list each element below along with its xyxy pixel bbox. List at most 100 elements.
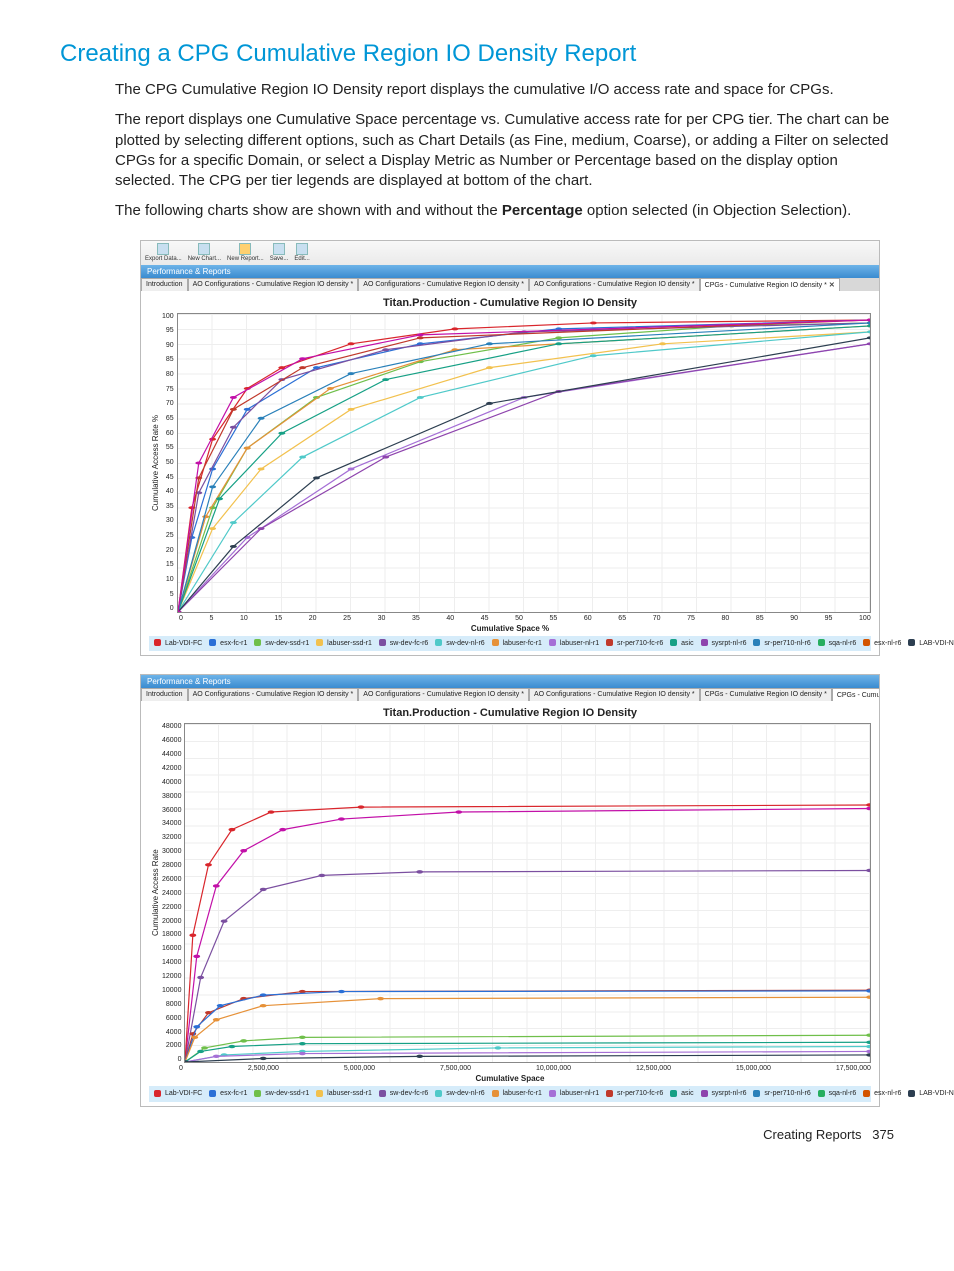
series-line <box>185 805 870 1062</box>
tab[interactable]: Introduction <box>141 688 188 701</box>
intro-paragraph-2: The report displays one Cumulative Space… <box>115 110 894 191</box>
legend-swatch <box>435 639 442 646</box>
chart-plot-1 <box>177 313 871 613</box>
chart-area-2: Titan.Production - Cumulative Region IO … <box>141 701 879 1106</box>
toolbar-label: Edit... <box>294 256 309 262</box>
footer-text: Creating Reports <box>763 1127 861 1142</box>
series-line <box>178 319 870 611</box>
tab[interactable]: AO Configurations - Cumulative Region IO… <box>188 278 359 291</box>
legend-swatch <box>701 639 708 646</box>
toolbar-icon <box>239 243 251 255</box>
legend-swatch <box>606 639 613 646</box>
series-line <box>185 1055 870 1062</box>
legend-item: sqa-nl-r6 <box>818 640 859 647</box>
tab[interactable]: AO Configurations - Cumulative Region IO… <box>529 278 700 291</box>
series-line <box>185 871 870 1063</box>
para3-pre: The following charts show are shown with… <box>115 202 502 219</box>
legend-item: esx-fc-r1 <box>209 640 249 647</box>
legend-item: sysrpt-nl-r6 <box>701 640 749 647</box>
chart-title: Titan.Production - Cumulative Region IO … <box>149 705 871 723</box>
chart-area-1: Titan.Production - Cumulative Region IO … <box>141 291 879 656</box>
legend-swatch <box>549 1090 556 1097</box>
x-axis-label: Cumulative Space % <box>149 624 871 633</box>
legend-item: sr-per710-fc-r6 <box>606 640 665 647</box>
series-line <box>178 319 870 611</box>
toolbar-button[interactable]: New Report... <box>227 243 264 262</box>
tab[interactable]: CPGs - Cumulative Region IO density * <box>700 688 832 701</box>
chart-legend-2: Lab-VDI-FC esx-fc-r1 sw-dev-ssd-r1 labus… <box>149 1086 871 1102</box>
legend-item: Lab-VDI-FC <box>154 640 204 647</box>
x-axis-ticks: 02,500,0005,000,0007,500,00010,000,00012… <box>179 1065 871 1072</box>
toolbar-button[interactable]: Edit... <box>294 243 309 262</box>
toolbar-icon <box>198 243 210 255</box>
tab[interactable]: AO Configurations - Cumulative Region IO… <box>358 278 529 291</box>
chart-legend-1: Lab-VDI-FC esx-fc-r1 sw-dev-ssd-r1 labus… <box>149 636 871 652</box>
legend-item: esx-fc-r1 <box>209 1090 249 1097</box>
tab[interactable]: CPGs - Cumulative Region IO density *✕ <box>700 278 840 291</box>
legend-item: sr-per710-fc-r6 <box>606 1090 665 1097</box>
legend-swatch <box>606 1090 613 1097</box>
para3-bold: Percentage <box>502 202 583 219</box>
legend-item: sw-dev-nl-r6 <box>435 1090 486 1097</box>
legend-swatch <box>863 1090 870 1097</box>
toolbar-icon <box>273 243 285 255</box>
x-axis-label: Cumulative Space <box>149 1074 871 1083</box>
legend-item: sw-dev-ssd-r1 <box>254 1090 311 1097</box>
toolbar-button[interactable]: Export Data... <box>145 243 182 262</box>
legend-swatch <box>701 1090 708 1097</box>
y-axis-ticks: 1009590858075706560555045403530252015105… <box>162 313 177 613</box>
legend-swatch <box>379 1090 386 1097</box>
legend-item: esx-nl-r6 <box>863 1090 903 1097</box>
window-titlebar: Performance & Reports <box>141 675 879 688</box>
legend-item: sw-dev-fc-r6 <box>379 640 430 647</box>
page-footer: Creating Reports 375 <box>60 1127 894 1142</box>
legend-swatch <box>316 639 323 646</box>
series-line <box>178 343 870 611</box>
legend-item: sysrpt-nl-r6 <box>701 1090 749 1097</box>
tab[interactable]: AO Configurations - Cumulative Region IO… <box>529 688 700 701</box>
legend-item: sqa-nl-r6 <box>818 1090 859 1097</box>
legend-item: sw-dev-ssd-r1 <box>254 640 311 647</box>
y-axis-ticks: 4800046000440004200040000380003600034000… <box>162 723 184 1063</box>
legend-item: sr-per710-nl-r6 <box>753 640 812 647</box>
toolbar-button[interactable]: New Chart... <box>188 243 221 262</box>
tab[interactable]: CPGs - Cumulative Region IO density *✕ <box>832 688 879 701</box>
legend-item: sr-per710-nl-r6 <box>753 1090 812 1097</box>
legend-swatch <box>316 1090 323 1097</box>
legend-item: LAB-VDI-NL <box>908 1090 954 1097</box>
legend-swatch <box>753 639 760 646</box>
legend-swatch <box>379 639 386 646</box>
legend-swatch <box>818 1090 825 1097</box>
legend-item: Lab-VDI-FC <box>154 1090 204 1097</box>
legend-swatch <box>753 1090 760 1097</box>
series-line <box>178 319 870 611</box>
legend-swatch <box>254 639 261 646</box>
tab[interactable]: AO Configurations - Cumulative Region IO… <box>188 688 359 701</box>
legend-swatch <box>670 639 677 646</box>
intro-paragraph-3: The following charts show are shown with… <box>115 201 894 221</box>
legend-swatch <box>435 1090 442 1097</box>
toolbar-button[interactable]: Save... <box>270 243 289 262</box>
toolbar-label: Save... <box>270 256 289 262</box>
close-icon[interactable]: ✕ <box>829 282 835 289</box>
app-toolbar: Export Data... New Chart... New Report... S… <box>141 241 879 265</box>
chart-title: Titan.Production - Cumulative Region IO … <box>149 295 871 313</box>
series-line <box>178 331 870 611</box>
series-line <box>178 343 870 611</box>
legend-item: LAB-VDI-NL <box>908 640 954 647</box>
legend-swatch <box>209 639 216 646</box>
legend-item: asic <box>670 640 695 647</box>
series-line <box>185 1052 870 1063</box>
legend-swatch <box>154 639 161 646</box>
tab-bar: IntroductionAO Configurations - Cumulati… <box>141 688 879 701</box>
toolbar-label: New Report... <box>227 256 264 262</box>
legend-item: labuser-nl-r1 <box>549 1090 601 1097</box>
legend-item: labuser-fc-r1 <box>492 1090 544 1097</box>
footer-page-number: 375 <box>872 1127 894 1142</box>
tab[interactable]: AO Configurations - Cumulative Region IO… <box>358 688 529 701</box>
chart-plot-2 <box>184 723 871 1063</box>
toolbar-label: Export Data... <box>145 256 182 262</box>
screenshot-percentage: Export Data... New Chart... New Report... S… <box>140 240 880 657</box>
legend-item: sw-dev-nl-r6 <box>435 640 486 647</box>
tab[interactable]: Introduction <box>141 278 188 291</box>
